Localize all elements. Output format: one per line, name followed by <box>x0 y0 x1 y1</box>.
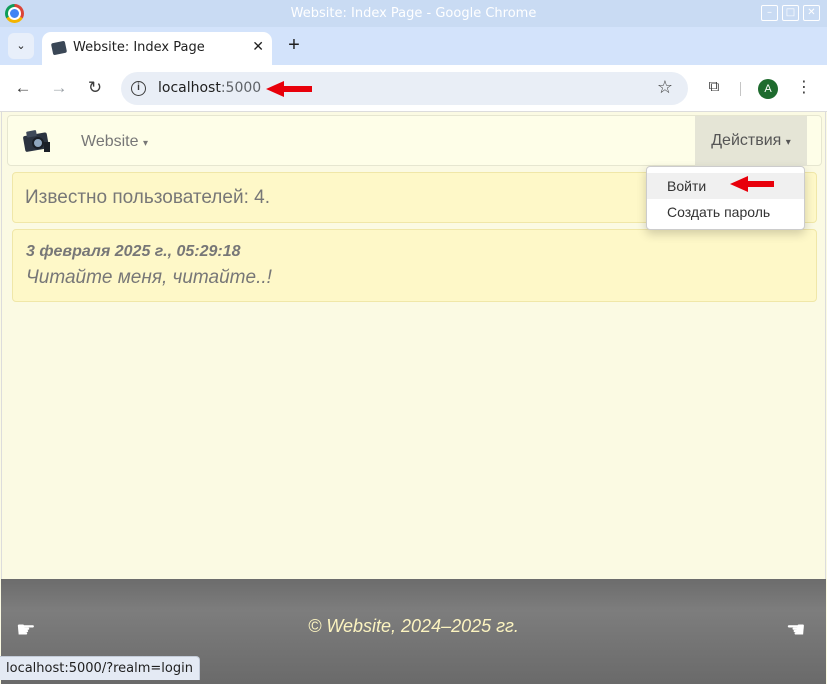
post-date: 3 февраля 2025 г., 05:29:18 <box>26 243 241 260</box>
site-navbar: Website ▾ Действия ▾ <box>7 115 822 166</box>
status-bar-url: localhost:5000/?realm=login <box>0 656 200 680</box>
url-host: localhost <box>158 80 221 96</box>
actions-menu-label: Действия <box>711 132 782 149</box>
login-menu-item[interactable]: Войти <box>647 173 804 199</box>
reload-button[interactable]: ↻ <box>84 77 106 99</box>
annotation-arrow-icon <box>266 81 312 97</box>
chrome-menu-icon[interactable]: ⋮ <box>796 77 812 99</box>
caret-down-icon: ▾ <box>785 137 791 148</box>
forward-button[interactable]: → <box>48 77 70 99</box>
new-tab-button[interactable]: + <box>284 33 304 57</box>
post-text: Читайте меня, читайте..! <box>26 267 272 288</box>
tab-website-index[interactable]: Website: Index Page ✕ <box>42 32 272 65</box>
post-panel: 3 февраля 2025 г., 05:29:18 Читайте меня… <box>12 229 817 302</box>
create-password-menu-item[interactable]: Создать пароль <box>647 199 804 225</box>
extensions-icon[interactable]: ⧉ <box>704 78 724 98</box>
bookmark-star-icon[interactable]: ☆ <box>657 77 673 98</box>
toolbar-divider <box>740 82 741 96</box>
annotation-arrow-icon <box>730 176 774 192</box>
site-info-icon[interactable]: i <box>131 81 146 96</box>
url-port: :5000 <box>220 80 262 96</box>
tab-title: Website: Index Page <box>73 40 205 55</box>
window-titlebar: Website: Index Page - Google Chrome – □ … <box>0 0 827 27</box>
tab-strip: ⌄ Website: Index Page ✕ + <box>0 27 827 65</box>
back-button[interactable]: ← <box>12 77 34 99</box>
browser-toolbar: ← → ↻ i localhost:5000 ☆ ⧉ A ⋮ <box>0 65 827 112</box>
actions-menu[interactable]: Действия ▾ <box>695 116 807 166</box>
caret-down-icon: ▾ <box>142 138 148 149</box>
window-title: Website: Index Page - Google Chrome <box>290 6 537 21</box>
url-text[interactable]: localhost:5000 <box>158 80 261 96</box>
address-bar[interactable]: i localhost:5000 ☆ <box>121 72 688 105</box>
tab-search-button[interactable]: ⌄ <box>8 33 34 59</box>
close-window-button[interactable]: ✕ <box>803 5 820 21</box>
website-menu-label: Website <box>81 133 139 150</box>
camera-icon <box>50 40 68 56</box>
actions-dropdown: Войти Создать пароль <box>646 166 805 230</box>
camera-icon[interactable] <box>22 128 52 154</box>
pointing-hand-right-icon: ☚ <box>786 617 806 642</box>
tab-close-icon[interactable]: ✕ <box>252 38 264 55</box>
profile-avatar[interactable]: A <box>758 79 778 99</box>
maximize-button[interactable]: □ <box>782 5 799 21</box>
website-menu[interactable]: Website ▾ <box>81 133 148 151</box>
users-count-text: Известно пользователей: 4. <box>25 187 270 208</box>
minimize-button[interactable]: – <box>761 5 778 21</box>
footer-copyright: © Website, 2024–2025 гг. <box>308 616 519 636</box>
